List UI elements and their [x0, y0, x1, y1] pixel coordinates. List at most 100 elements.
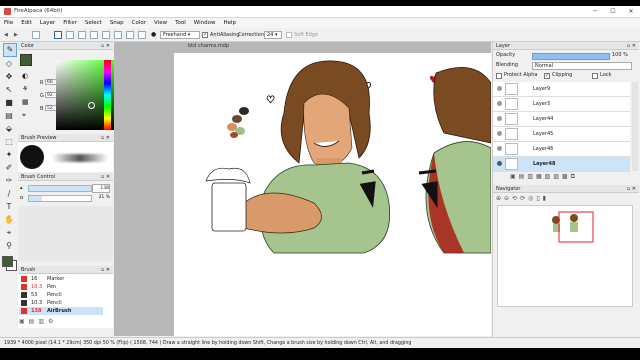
snap-settings-icon[interactable]	[138, 31, 146, 39]
panel-float-icon[interactable]: ▫ ✕	[101, 173, 110, 181]
layer-row[interactable]: Layer45	[493, 127, 630, 142]
visibility-icon[interactable]	[497, 116, 502, 121]
brush-size-slider[interactable]	[28, 185, 92, 192]
menu-file[interactable]: File	[0, 18, 17, 28]
fg-bg-colors[interactable]	[2, 256, 17, 271]
color-panel-title: Color	[21, 43, 35, 49]
brush-size: 10.3	[31, 300, 43, 306]
antialias-checkbox[interactable]: ✓	[202, 32, 208, 38]
maximize-button[interactable]: ☐	[604, 6, 622, 17]
layer-row[interactable]: Layer9	[493, 82, 630, 97]
panel-float-icon[interactable]: ▫ ✕	[627, 185, 636, 193]
transform-tool-icon[interactable]: ↖	[3, 84, 15, 96]
current-color-swatch[interactable]	[20, 54, 32, 66]
panel-float-icon[interactable]: ▫ ✕	[101, 134, 110, 142]
zoom-tool-icon[interactable]: ⚲	[3, 240, 15, 252]
move-tool-icon[interactable]: ✥	[3, 71, 15, 83]
menu-layer[interactable]: Layer	[36, 18, 59, 28]
brush-size: 16	[31, 276, 38, 282]
brush-name: Pencil	[47, 300, 62, 306]
layer-thumbnail	[505, 83, 518, 95]
brush-panel-buttons[interactable]: ▣▤▥⚙	[19, 318, 109, 328]
blending-select[interactable]: Normal	[532, 62, 632, 70]
navigator-buttons[interactable]: ⊕⊖⟲⟳◎▯▮	[496, 195, 596, 204]
protect-alpha-checkbox[interactable]	[496, 73, 502, 79]
navigator-preview[interactable]	[497, 205, 633, 307]
panel-float-icon[interactable]: ▫ ✕	[627, 42, 636, 50]
text-tool-icon[interactable]: T	[3, 201, 15, 213]
snap-circle-icon[interactable]	[114, 31, 122, 39]
menu-help[interactable]: Help	[219, 18, 240, 28]
panel-float-icon[interactable]: ▫ ✕	[101, 266, 110, 274]
close-button[interactable]: ✕	[622, 6, 640, 17]
foreground-color-swatch[interactable]	[2, 256, 13, 267]
panel-float-icon[interactable]: ▫ ✕	[101, 42, 110, 50]
layer-row-selected[interactable]: Layer48	[493, 157, 630, 172]
brush-item[interactable]: 10.3 Pencil	[19, 299, 103, 307]
undo-icon[interactable]: ◀	[4, 31, 8, 39]
document-canvas[interactable]: ♡ ♡ ♥	[174, 53, 492, 336]
visibility-icon[interactable]	[497, 131, 502, 136]
select-eraser-icon[interactable]: ✑	[3, 175, 15, 187]
menu-select[interactable]: Select	[81, 18, 106, 28]
redo-icon[interactable]: ▶	[14, 31, 18, 39]
select-tool-icon[interactable]: ⬚	[3, 136, 15, 148]
visibility-icon[interactable]	[497, 86, 502, 91]
layer-scrollbar[interactable]	[632, 82, 638, 171]
visibility-icon[interactable]	[497, 101, 502, 106]
brush-tool-icon[interactable]: ✎	[3, 43, 17, 57]
brush-item[interactable]: 16 Marker	[19, 275, 103, 283]
correction-select[interactable]: 24 ▾	[264, 31, 282, 39]
snap-parallel-icon[interactable]	[66, 31, 74, 39]
visibility-icon[interactable]	[497, 161, 502, 166]
title-bar: FireAlpaca (64bit) ─ ☐ ✕	[0, 6, 640, 18]
bucket-tool-icon[interactable]: ⬙	[3, 123, 15, 135]
brush-opacity-slider[interactable]	[28, 195, 92, 202]
brush-item[interactable]: 16.3 Pen	[19, 283, 103, 291]
snap-crisscross-icon[interactable]	[78, 31, 86, 39]
menu-edit[interactable]: Edit	[17, 18, 36, 28]
layer-row[interactable]: Layer46	[493, 142, 630, 157]
layer-row[interactable]: Layer44	[493, 112, 630, 127]
hue-icon: ◐	[22, 72, 29, 80]
menu-snap[interactable]: Snap	[106, 18, 128, 28]
divide-tool-icon[interactable]: ∕	[3, 188, 15, 200]
layer-row[interactable]: Layer3	[493, 97, 630, 112]
softedge-checkbox[interactable]	[286, 32, 292, 38]
saturation-value-square[interactable]	[56, 60, 122, 130]
eyedropper-tool-icon[interactable]: ⌖	[3, 227, 15, 239]
brush-preview-title: Brush Preview	[21, 135, 57, 141]
document-tab[interactable]: btd charms.mdp	[188, 43, 229, 49]
gradient-tool-icon[interactable]: ▤	[3, 110, 15, 122]
menu-tool[interactable]: Tool	[171, 18, 190, 28]
stroke-mode-select[interactable]: Freehand ▾	[160, 31, 200, 39]
snap-off-icon[interactable]	[54, 31, 62, 39]
brush-size-input[interactable]: 138	[92, 184, 110, 193]
magic-wand-tool-icon[interactable]: ✦	[3, 149, 15, 161]
select-pen-icon[interactable]: ✐	[3, 162, 15, 174]
menu-color[interactable]: Color	[128, 18, 150, 28]
menu-filter[interactable]: Filter	[59, 18, 81, 28]
hand-tool-icon[interactable]: ✋	[3, 214, 15, 226]
layer-thumbnail	[505, 98, 518, 110]
brush-color-swatch	[21, 308, 27, 314]
brush-item[interactable]: 53 Pencil	[19, 291, 103, 299]
sv-picker-handle[interactable]	[88, 102, 95, 109]
eraser-tool-icon[interactable]: ◇	[3, 58, 15, 70]
snap-vanishing-icon[interactable]	[90, 31, 98, 39]
hue-slider[interactable]	[104, 60, 111, 130]
deselect-icon[interactable]	[32, 31, 40, 39]
menu-view[interactable]: View	[150, 18, 171, 28]
lock-checkbox[interactable]	[592, 73, 598, 79]
snap-curve-icon[interactable]	[126, 31, 134, 39]
fill-tool-icon[interactable]: ■	[3, 97, 15, 109]
minimize-button[interactable]: ─	[586, 6, 604, 17]
layer-buttons[interactable]: ▣▤▥▦▧▨▩⧉	[510, 173, 630, 182]
clipping-checkbox[interactable]: ✓	[544, 73, 550, 79]
menu-window[interactable]: Window	[190, 18, 220, 28]
size-icon: ▴	[20, 185, 23, 191]
layer-opacity-slider[interactable]	[532, 53, 610, 60]
visibility-icon[interactable]	[497, 146, 502, 151]
brush-item-selected[interactable]: 138 AirBrush	[19, 307, 103, 315]
snap-radial-icon[interactable]	[102, 31, 110, 39]
